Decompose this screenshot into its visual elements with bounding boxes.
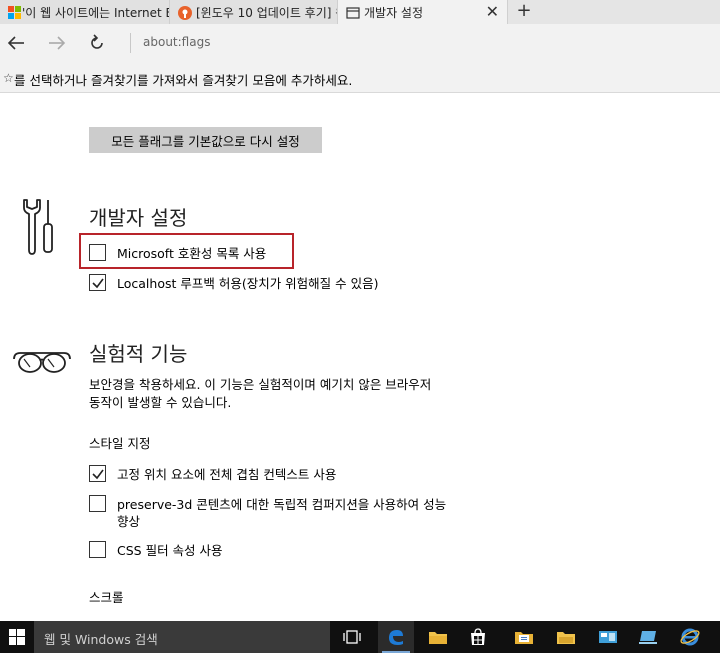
star-icon[interactable]: ☆ xyxy=(3,71,14,85)
checkbox-unchecked[interactable] xyxy=(89,495,106,512)
tab-title: '이 웹 사이트에는 Internet E xyxy=(22,6,170,20)
site-favicon-icon xyxy=(178,5,192,20)
task-view-icon[interactable] xyxy=(334,621,370,653)
monitor-app-icon[interactable] xyxy=(590,621,626,653)
windows-logo-icon xyxy=(8,5,22,19)
navigation-bar: about:flags xyxy=(0,24,720,62)
refresh-icon xyxy=(91,34,103,49)
checkmark-icon xyxy=(92,469,104,480)
safety-goggles-icon xyxy=(12,347,72,381)
forward-button[interactable] xyxy=(44,30,70,56)
scrolling-heading: 스크롤 xyxy=(89,590,124,605)
address-bar[interactable]: about:flags xyxy=(143,35,210,49)
option-label: Microsoft 호환성 목록 사용 xyxy=(117,246,267,261)
option-label: preserve-3d 콘텐츠에 대한 독립적 컴퍼지션을 사용하여 성능 향상 xyxy=(117,497,447,529)
option-label: CSS 필터 속성 사용 xyxy=(117,543,223,558)
store-icon[interactable] xyxy=(460,621,496,653)
taskbar: 웹 및 Windows 검색 xyxy=(0,621,720,653)
tab-win10-review[interactable]: [윈도우 10 업데이트 후기] 윈 xyxy=(170,0,338,24)
favorites-bar-hint: 를 선택하거나 즐겨찾기를 가져와서 즐겨찾기 모음에 추가하세요. xyxy=(14,73,353,88)
tools-icon xyxy=(20,198,56,260)
tab-title: 개발자 설정 xyxy=(364,6,424,20)
developer-settings-title: 개발자 설정 xyxy=(89,206,188,230)
back-button[interactable] xyxy=(3,30,29,56)
refresh-button[interactable] xyxy=(84,30,110,56)
checkbox-checked[interactable] xyxy=(89,274,106,291)
option-label: Localhost 루프백 허용(장치가 위험해질 수 있음) xyxy=(117,276,379,291)
checkbox-checked[interactable] xyxy=(89,465,106,482)
close-tab-icon[interactable]: ✕ xyxy=(486,2,499,21)
windows-start-icon xyxy=(9,629,25,645)
checkbox-unchecked[interactable] xyxy=(89,244,106,261)
checkmark-icon xyxy=(92,278,104,289)
taskbar-search-box[interactable]: 웹 및 Windows 검색 xyxy=(34,621,330,653)
start-button[interactable] xyxy=(0,621,34,653)
tab-developer-settings[interactable]: 개발자 설정 ✕ xyxy=(338,0,508,24)
new-tab-button[interactable]: + xyxy=(514,0,534,24)
styling-heading: 스타일 지정 xyxy=(89,436,151,451)
page-icon xyxy=(346,5,360,19)
taskbar-search-placeholder: 웹 및 Windows 검색 xyxy=(44,632,158,647)
tab-ie-compat[interactable]: '이 웹 사이트에는 Internet E xyxy=(0,0,170,24)
folder-icon[interactable] xyxy=(548,621,584,653)
tab-title: [윈도우 10 업데이트 후기] 윈 xyxy=(196,6,338,20)
option-label: 고정 위치 요소에 전체 겹침 컨텍스트 사용 xyxy=(117,467,337,482)
device-icon[interactable] xyxy=(630,621,666,653)
file-explorer-icon[interactable] xyxy=(420,621,456,653)
back-arrow-icon xyxy=(7,36,24,50)
internet-explorer-icon[interactable] xyxy=(672,621,708,653)
experimental-features-title: 실험적 기능 xyxy=(89,342,188,366)
experimental-description: 보안경을 착용하세요. 이 기능은 실험적이며 예기치 않은 브라우저 동작이 … xyxy=(89,377,432,410)
forward-arrow-icon xyxy=(49,36,66,50)
tab-strip: '이 웹 사이트에는 Internet E [윈도우 10 업데이트 후기] 윈… xyxy=(0,0,720,24)
checkbox-unchecked[interactable] xyxy=(89,541,106,558)
document-folder-icon[interactable] xyxy=(506,621,542,653)
favorites-bar: ☆ 를 선택하거나 즐겨찾기를 가져와서 즐겨찾기 모음에 추가하세요. xyxy=(0,62,720,93)
edge-icon[interactable] xyxy=(378,621,414,653)
address-divider xyxy=(130,33,131,53)
reset-all-flags-button[interactable]: 모든 플래그를 기본값으로 다시 설정 xyxy=(89,127,322,153)
